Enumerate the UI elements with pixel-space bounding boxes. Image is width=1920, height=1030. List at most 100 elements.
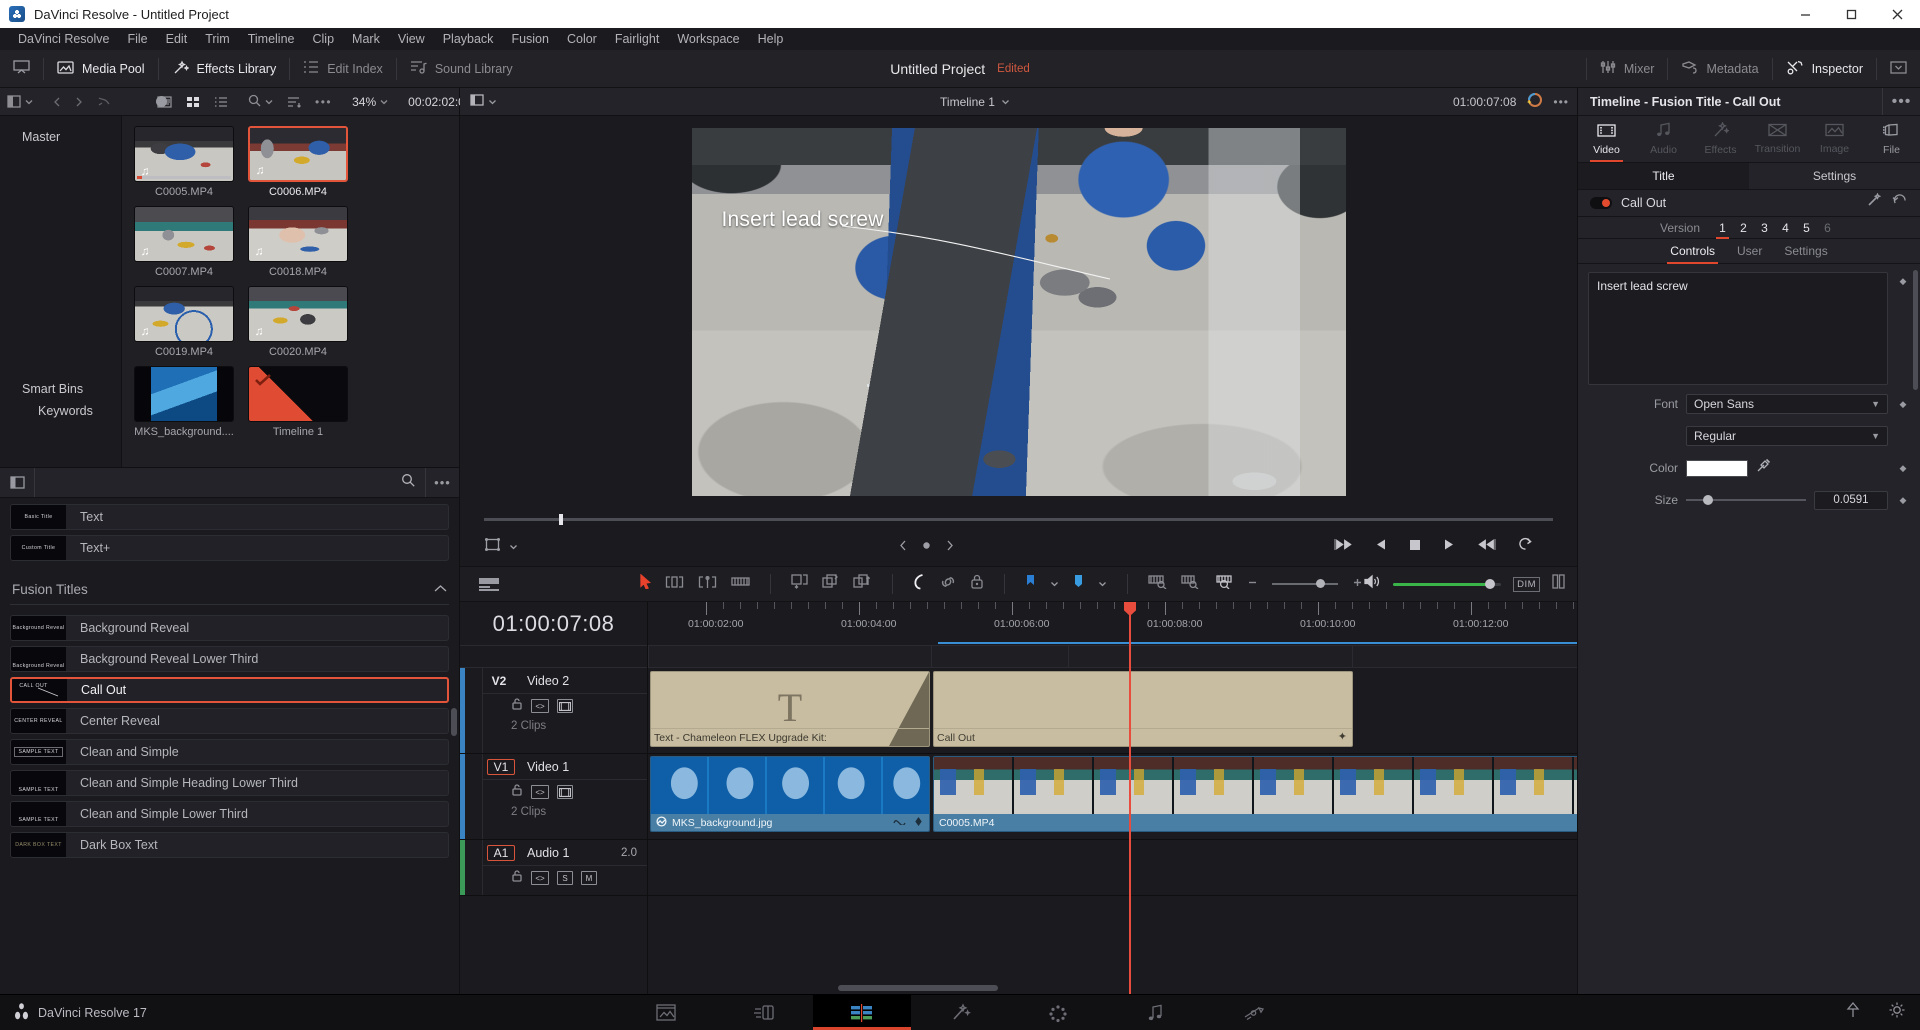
keyframe-button[interactable]: ◆	[1896, 463, 1910, 474]
clip-keyframe-icon[interactable]	[914, 816, 923, 830]
trim-edit-mode-button[interactable]	[665, 575, 684, 594]
track-header-v2[interactable]: V2 Video 2 <> 2 Clips	[460, 668, 647, 754]
page-fusion[interactable]	[911, 995, 1009, 1030]
viewer-playhead-handle[interactable]	[558, 513, 563, 525]
inspector-scrollbar[interactable]	[1913, 270, 1918, 390]
timeline-horizontal-scrollbar[interactable]	[838, 985, 998, 991]
media-clip-thumbnail[interactable]: ♫ C0019.MP4	[134, 286, 234, 358]
track-id-v1[interactable]: V1	[487, 758, 515, 775]
media-clip-thumbnail[interactable]: ♫ C0018.MP4	[248, 206, 348, 278]
menu-help[interactable]: Help	[749, 28, 793, 50]
title-text-input[interactable]: Insert lead screw	[1588, 272, 1888, 385]
timeline-canvas[interactable]: 01:00:02:00 01:00:04:00 01:00:06:00 01:0…	[648, 602, 1577, 994]
maximize-button[interactable]	[1828, 0, 1874, 28]
clip-audio-curve-icon[interactable]	[893, 816, 906, 830]
track-name-v1[interactable]: Video 1	[515, 760, 647, 774]
tab-file[interactable]: File	[1863, 116, 1920, 162]
menu-clip[interactable]: Clip	[304, 28, 344, 50]
selection-tool-button[interactable]	[640, 573, 652, 594]
track-auto-select-button[interactable]: <>	[531, 785, 549, 799]
timeline-clip-call-out[interactable]: Call Out ✦	[933, 671, 1353, 747]
zoom-in-button[interactable]	[1352, 575, 1363, 593]
version-4[interactable]: 4	[1775, 217, 1796, 239]
track-video-enable-button[interactable]	[557, 699, 573, 713]
track-lock-icon[interactable]	[511, 869, 523, 887]
jump-to-start-button[interactable]	[1334, 538, 1353, 556]
timeline-view-options-button[interactable]	[460, 577, 640, 592]
effects-list-scrollbar[interactable]	[451, 708, 457, 736]
media-pool-options-button[interactable]: •••	[308, 88, 339, 115]
dim-button[interactable]: DIM	[1513, 576, 1540, 592]
edit-index-button[interactable]: Edit Index	[290, 50, 396, 87]
zoom-out-button[interactable]	[1247, 575, 1258, 593]
flag-button[interactable]	[1025, 574, 1036, 594]
page-fairlight[interactable]	[1107, 995, 1205, 1030]
effects-options-button[interactable]: •••	[425, 468, 459, 497]
media-clip-thumbnail[interactable]: ♫ C0005.MP4	[134, 126, 234, 198]
version-5[interactable]: 5	[1796, 217, 1817, 239]
font-style-dropdown[interactable]: Regular ▼	[1686, 426, 1888, 446]
effects-library-button[interactable]: Effects Library	[159, 50, 290, 87]
project-manager-icon[interactable]	[1844, 1001, 1862, 1024]
menu-fusion[interactable]: Fusion	[502, 28, 558, 50]
overwrite-clip-button[interactable]	[822, 574, 839, 594]
slider-knob[interactable]	[1485, 579, 1496, 589]
version-1[interactable]: 1	[1712, 217, 1733, 239]
track-mute-button[interactable]: M	[581, 871, 597, 885]
chevron-down-icon[interactable]	[488, 95, 497, 109]
size-slider[interactable]	[1686, 494, 1806, 505]
bin-smart-bins[interactable]: Smart Bins	[0, 378, 121, 400]
timeline-playhead[interactable]	[1124, 602, 1136, 994]
workspace-toggle-button[interactable]	[0, 50, 43, 87]
subtab-user[interactable]: User	[1737, 239, 1762, 264]
effect-item-background-reveal[interactable]: Background Reveal Background Reveal	[10, 615, 449, 641]
loop-button[interactable]	[1518, 537, 1533, 556]
page-media[interactable]	[617, 995, 715, 1030]
zoom-percent-dropdown[interactable]: 34%	[345, 88, 395, 115]
chevron-down-icon[interactable]	[1050, 575, 1059, 593]
flag-lock-button[interactable]	[970, 574, 984, 594]
timeline-clip-mks-background[interactable]: MKS_background.jpg	[650, 756, 930, 832]
inspector-options-button[interactable]: •••	[1882, 88, 1920, 115]
track-lock-icon[interactable]	[511, 697, 523, 715]
track-video-enable-button[interactable]	[557, 785, 573, 799]
clip-enable-toggle[interactable]	[1590, 197, 1612, 209]
timeline-zoom-slider[interactable]	[1272, 579, 1339, 588]
mixer-button[interactable]: Mixer	[1587, 50, 1668, 87]
metadata-button[interactable]: Metadata	[1668, 50, 1771, 87]
page-cut[interactable]	[715, 995, 813, 1030]
bin-master[interactable]: Master	[0, 126, 121, 148]
color-wheel-icon[interactable]	[1526, 92, 1543, 111]
inspector-button[interactable]: Inspector	[1773, 50, 1876, 87]
marker-button[interactable]	[1073, 574, 1084, 594]
font-family-dropdown[interactable]: Open Sans ▼	[1686, 394, 1888, 414]
minimize-button[interactable]	[1782, 0, 1828, 28]
size-value[interactable]: 0.0591	[1814, 490, 1888, 510]
timeline-in-out-range[interactable]	[938, 642, 1577, 644]
nav-forward-button[interactable]	[68, 88, 90, 115]
menu-timeline[interactable]: Timeline	[239, 28, 304, 50]
subtab-settings[interactable]: Settings	[1784, 239, 1827, 264]
track-id-v2[interactable]: V2	[483, 674, 515, 688]
timeline-clip-c0005[interactable]: C0005.MP4	[933, 756, 1577, 832]
track-auto-select-button[interactable]: <>	[531, 699, 549, 713]
menu-playback[interactable]: Playback	[434, 28, 503, 50]
play-forward-button[interactable]	[1443, 538, 1455, 556]
detail-zoom-button[interactable]	[1214, 574, 1233, 594]
version-2[interactable]: 2	[1733, 217, 1754, 239]
media-clip-thumbnail[interactable]: Timeline 1	[248, 366, 348, 438]
chevron-down-icon[interactable]	[1098, 575, 1107, 593]
menu-fairlight[interactable]: Fairlight	[606, 28, 668, 50]
track-header-a1[interactable]: A1 Audio 1 2.0 <> S M	[460, 840, 647, 896]
insert-clip-button[interactable]	[791, 574, 808, 594]
tab-effects[interactable]: Effects	[1692, 116, 1749, 162]
track-lock-icon[interactable]	[511, 783, 523, 801]
media-clip-thumbnail[interactable]: MKS_background....	[134, 366, 234, 438]
prev-keyframe-button[interactable]	[899, 538, 907, 556]
menu-mark[interactable]: Mark	[343, 28, 389, 50]
effect-item-clean-and-simple[interactable]: SAMPLE TEXT Clean and Simple	[10, 739, 449, 765]
color-swatch[interactable]	[1686, 459, 1748, 477]
effect-item-text-plus[interactable]: Custom Title Text+	[10, 535, 449, 561]
track-name-a1[interactable]: Audio 1	[515, 846, 621, 860]
custom-zoom-button[interactable]	[1181, 574, 1200, 594]
